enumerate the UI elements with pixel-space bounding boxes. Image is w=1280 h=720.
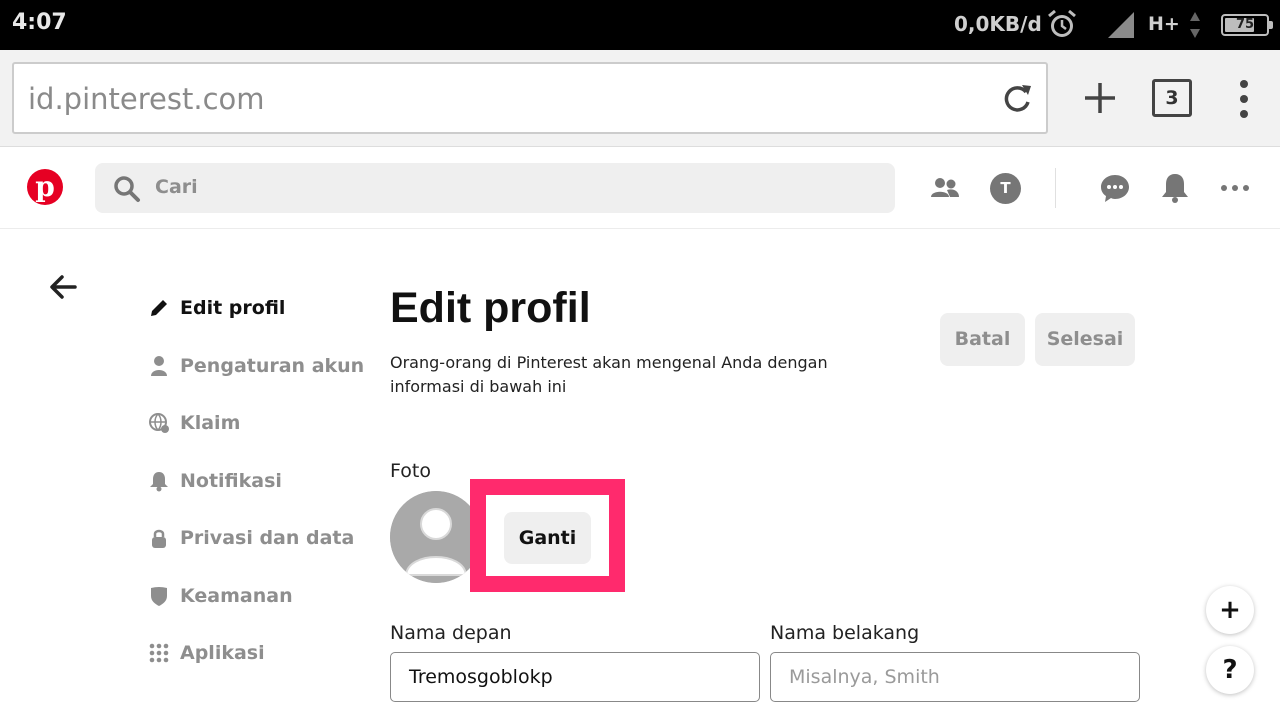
net-speed: 0,0KB/d [954, 12, 1042, 36]
sidebar-item-label: Edit profil [180, 297, 286, 319]
search-input[interactable]: Cari [95, 163, 895, 213]
done-button[interactable]: Selesai [1035, 313, 1135, 366]
globe-icon [149, 413, 169, 433]
page-subtitle: Orang-orang di Pinterest akan mengenal A… [390, 353, 828, 396]
sidebar-item-label: Aplikasi [180, 642, 265, 664]
help-fab-button[interactable]: ? [1206, 646, 1254, 694]
signal-icon [1108, 12, 1134, 38]
sidebar-item-edit-profil[interactable]: Edit profil [148, 290, 378, 326]
default-avatar-icon [390, 491, 482, 583]
user-avatar[interactable]: T [990, 173, 1021, 204]
people-icon[interactable] [929, 172, 961, 204]
sidebar-item-label: Pengaturan akun [180, 355, 365, 377]
profile-photo[interactable] [390, 491, 482, 583]
battery-level: 75 [1235, 17, 1255, 32]
url-text: id.pinterest.com [28, 82, 265, 116]
sidebar-item-pengaturan-akun[interactable]: Pengaturan akun [148, 348, 378, 384]
new-tab-plus-icon[interactable] [1082, 80, 1118, 116]
cancel-button[interactable]: Batal [940, 313, 1025, 366]
sidebar-item-label: Notifikasi [180, 470, 282, 492]
sidebar-item-keamanan[interactable]: Keamanan [148, 578, 378, 614]
sidebar-item-aplikasi[interactable]: Aplikasi [148, 635, 378, 671]
pencil-icon [151, 300, 167, 316]
battery-icon: 75 [1221, 14, 1273, 36]
search-icon [114, 176, 140, 202]
site-header: p Cari T [0, 148, 1280, 229]
first-name-field[interactable]: Tremosgoblokp [390, 652, 760, 702]
status-bar: 4:07 0,0KB/d H+ 75 [0, 0, 1280, 50]
pinterest-logo[interactable]: p [27, 169, 63, 205]
url-bar[interactable]: id.pinterest.com [12, 62, 1048, 134]
shield-icon [151, 587, 167, 606]
sidebar-item-label: Keamanan [180, 585, 293, 607]
browser-toolbar: id.pinterest.com 3 [0, 50, 1280, 147]
menu-kebab-icon[interactable] [1236, 78, 1252, 120]
bell-icon [150, 472, 168, 492]
photo-label: Foto [390, 460, 431, 482]
first-name-label: Nama depan [390, 622, 512, 644]
lock-icon [152, 529, 166, 548]
status-time: 4:07 [12, 10, 67, 35]
tab-count-button[interactable]: 3 [1152, 79, 1192, 117]
change-photo-button[interactable]: Ganti [504, 512, 591, 564]
header-divider [1055, 168, 1056, 208]
search-placeholder: Cari [155, 176, 198, 198]
sidebar-item-notifikasi[interactable]: Notifikasi [148, 463, 378, 499]
network-type: H+ [1148, 13, 1180, 35]
data-arrows-icon [1190, 12, 1200, 38]
back-arrow-icon[interactable] [48, 272, 78, 302]
grid-icon [149, 643, 169, 663]
notifications-bell-icon[interactable] [1159, 172, 1191, 204]
person-icon [151, 356, 167, 376]
messages-icon[interactable] [1099, 172, 1131, 204]
reload-icon[interactable] [1000, 82, 1034, 116]
more-dots-icon[interactable] [1219, 172, 1251, 204]
sidebar-item-label: Privasi dan data [180, 527, 355, 549]
add-fab-button[interactable]: + [1206, 586, 1254, 634]
sidebar-item-klaim[interactable]: Klaim [148, 405, 378, 441]
last-name-field[interactable]: Misalnya, Smith [770, 652, 1140, 702]
last-name-label: Nama belakang [770, 622, 920, 644]
alarm-icon [1048, 9, 1076, 37]
sidebar-item-label: Klaim [180, 412, 241, 434]
sidebar-item-privasi-dan-data[interactable]: Privasi dan data [148, 520, 378, 556]
page-title: Edit profil [390, 284, 591, 332]
